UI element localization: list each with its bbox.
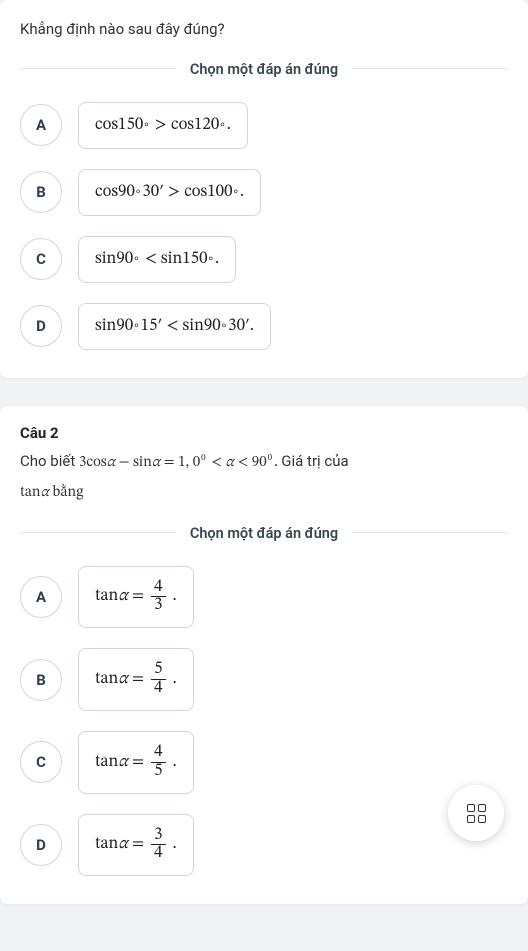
question-card-1: Khẳng định nào sau đây đúng? Chọn một đá… — [0, 0, 528, 378]
question-number: Câu 2 — [20, 424, 508, 442]
option-letter: D — [20, 305, 62, 347]
option-letter: B — [20, 171, 62, 213]
grid-icon — [467, 804, 486, 823]
option-letter: D — [20, 824, 62, 866]
option-c[interactable]: C tanα = 4 5 . — [20, 731, 508, 794]
fraction: 4 5 — [151, 744, 165, 781]
option-a[interactable]: A cos150∘ > cos120∘ . — [20, 102, 508, 149]
option-content: cos90∘ 30′ > cos100∘ . — [78, 169, 261, 216]
question-text-line2: tanα bằng — [20, 482, 508, 505]
fraction: 5 4 — [151, 661, 165, 698]
option-a[interactable]: A tanα = 4 3 . — [20, 566, 508, 629]
option-b[interactable]: B cos90∘ 30′ > cos100∘ . — [20, 169, 508, 216]
question-text: Khẳng định nào sau đây đúng? — [20, 18, 508, 41]
option-b[interactable]: B tanα = 5 4 . — [20, 648, 508, 711]
option-content: tanα = 4 3 . — [78, 566, 194, 629]
option-content: sin90∘ 15′ < sin90∘ 30′ . — [78, 303, 271, 350]
option-letter: A — [20, 104, 62, 146]
divider-label: Chọn một đáp án đúng — [176, 525, 352, 542]
divider: Chọn một đáp án đúng — [20, 523, 508, 542]
fraction: 3 4 — [151, 827, 165, 864]
question-card-2: Câu 2 Cho biết 3cosα − sinα = 1, 00 < α … — [0, 406, 528, 905]
option-d[interactable]: D sin90∘ 15′ < sin90∘ 30′ . — [20, 303, 508, 350]
divider-label: Chọn một đáp án đúng — [176, 61, 352, 78]
option-content: cos150∘ > cos120∘ . — [78, 102, 248, 149]
divider: Chọn một đáp án đúng — [20, 59, 508, 78]
option-c[interactable]: C sin90∘ < sin150∘ . — [20, 236, 508, 283]
grid-menu-button[interactable] — [448, 785, 504, 841]
option-content: sin90∘ < sin150∘ . — [78, 236, 236, 283]
option-content: tanα = 5 4 . — [78, 648, 194, 711]
option-letter: B — [20, 659, 62, 701]
option-d[interactable]: D tanα = 3 4 . — [20, 814, 508, 877]
option-letter: C — [20, 741, 62, 783]
question-text: Cho biết 3cosα − sinα = 1, 00 < α < 900.… — [20, 450, 508, 475]
option-content: tanα = 3 4 . — [78, 814, 194, 877]
option-content: tanα = 4 5 . — [78, 731, 194, 794]
fraction: 4 3 — [151, 579, 165, 616]
option-letter: C — [20, 238, 62, 280]
option-letter: A — [20, 576, 62, 618]
